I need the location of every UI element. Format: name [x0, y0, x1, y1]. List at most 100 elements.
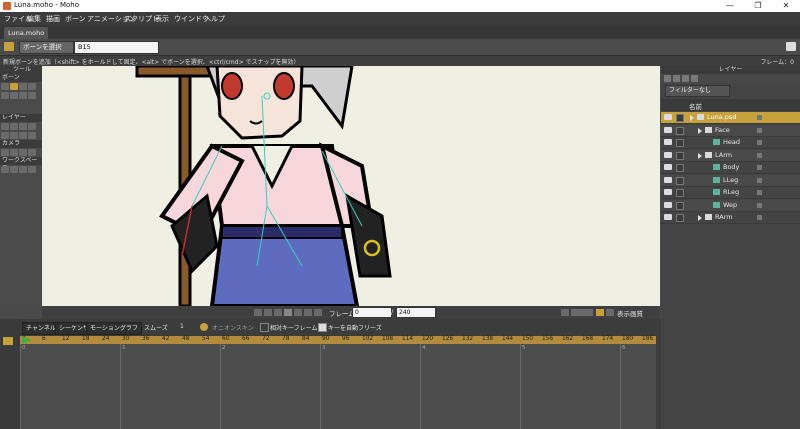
visibility-eye-icon[interactable] — [664, 139, 672, 145]
track-camera-icon[interactable] — [1, 149, 9, 156]
layer-row[interactable]: Wep — [661, 199, 800, 212]
loop-icon[interactable] — [314, 309, 322, 316]
timeline-ruler[interactable]: 0612182430364248546066727884909610210811… — [20, 336, 656, 344]
play-icon[interactable] — [284, 309, 292, 316]
orbit-workspace-icon[interactable] — [28, 166, 36, 173]
layer-checkbox[interactable] — [676, 164, 684, 172]
zoom-workspace-icon[interactable] — [10, 166, 18, 173]
manipulate-bones-icon[interactable] — [28, 92, 36, 99]
visibility-eye-icon[interactable] — [664, 151, 672, 158]
expand-chevron-icon[interactable] — [690, 115, 694, 121]
quality-label[interactable]: 表示画質 — [617, 308, 643, 318]
minimize-button[interactable]: — — [716, 0, 744, 12]
menu-edit[interactable]: 編集 — [27, 14, 41, 24]
bone-select-dropdown[interactable]: ボーンを選択 — [19, 41, 74, 54]
visibility-eye-icon[interactable] — [664, 189, 672, 195]
smooth-label[interactable]: スムーズ — [144, 323, 168, 332]
relative-keyframe-checkbox[interactable] — [260, 323, 269, 332]
document-tab[interactable]: Luna.moho — [4, 27, 48, 39]
layer-checkbox[interactable] — [676, 126, 684, 135]
translate-bone-icon[interactable] — [19, 83, 27, 90]
tab-motion-graph[interactable]: モーショングラフ — [86, 322, 142, 335]
layer-checkbox[interactable] — [676, 214, 684, 222]
layer-color-swatch[interactable] — [757, 177, 762, 183]
step-back-icon[interactable] — [264, 309, 272, 316]
select-bone-icon[interactable] — [1, 83, 9, 90]
pan-tilt-camera-icon[interactable] — [28, 149, 36, 156]
menu-bone[interactable]: ボーン — [65, 14, 86, 24]
maximize-button[interactable]: ❐ — [744, 0, 772, 12]
frame-total-input[interactable]: 240 — [396, 307, 436, 318]
layer-row[interactable]: LArm — [661, 149, 800, 162]
bone-binding-icon[interactable] — [19, 132, 27, 139]
layer-row[interactable]: Luna.psd — [661, 112, 800, 124]
layer-row[interactable]: RLeg — [661, 187, 800, 199]
layer-color-swatch[interactable] — [757, 202, 762, 208]
layer-color-swatch[interactable] — [757, 215, 762, 220]
layer-checkbox[interactable] — [676, 189, 684, 197]
reparent-bone-icon[interactable] — [10, 92, 18, 99]
layer-color-swatch[interactable] — [757, 190, 762, 195]
canvas-viewport[interactable] — [42, 66, 660, 306]
layer-checkbox[interactable] — [676, 201, 684, 210]
layer-color-swatch[interactable] — [757, 140, 762, 145]
duplicate-layer-icon[interactable] — [673, 75, 680, 82]
shear-layer-icon[interactable] — [1, 132, 9, 139]
menu-script[interactable]: スクリプト — [124, 14, 159, 24]
layer-filter-dropdown[interactable]: フィルターなし — [665, 85, 730, 97]
scale-layer-icon[interactable] — [19, 123, 27, 130]
scale-bone-icon[interactable] — [28, 83, 36, 90]
layer-row[interactable]: Head — [661, 137, 800, 149]
roll-camera-icon[interactable] — [19, 149, 27, 156]
new-layer-icon[interactable] — [664, 75, 671, 82]
key-icon[interactable] — [3, 337, 13, 345]
layer-color-swatch[interactable] — [757, 115, 762, 120]
onion-skin-label[interactable]: オニオンスキン — [212, 323, 254, 332]
add-bone-icon[interactable] — [10, 83, 18, 90]
grid-icon[interactable] — [606, 309, 614, 316]
rotate-workspace-icon[interactable] — [19, 166, 27, 173]
layer-row[interactable]: Body — [661, 162, 800, 174]
layer-row[interactable]: RArm — [661, 212, 800, 224]
layer-color-swatch[interactable] — [757, 165, 762, 170]
check-icon[interactable] — [596, 309, 604, 316]
frame-input[interactable]: 0 — [352, 307, 392, 318]
expand-chevron-icon[interactable] — [698, 215, 702, 221]
delete-layer-icon[interactable] — [682, 75, 689, 82]
expand-chevron-icon[interactable] — [698, 152, 702, 159]
visibility-eye-icon[interactable] — [664, 126, 672, 133]
visibility-eye-icon[interactable] — [664, 164, 672, 170]
flip-layer-icon[interactable] — [10, 132, 18, 139]
zoom-camera-icon[interactable] — [10, 149, 18, 156]
layer-checkbox[interactable] — [676, 139, 684, 147]
layer-misc-icon[interactable] — [28, 132, 36, 139]
view-single-icon[interactable] — [561, 309, 569, 316]
smooth-value[interactable]: 1 — [180, 323, 184, 330]
bone-strength-icon[interactable] — [19, 92, 27, 99]
fast-forward-icon[interactable] — [304, 309, 312, 316]
layer-row[interactable]: Face — [661, 124, 800, 137]
translate-layer-icon[interactable] — [10, 123, 18, 130]
onion-skin-icon[interactable] — [200, 323, 208, 331]
visibility-eye-icon[interactable] — [664, 201, 672, 208]
rotate-layer-icon[interactable] — [28, 123, 36, 130]
menu-view[interactable]: 表示 — [155, 14, 169, 24]
hand-pan-icon[interactable] — [1, 166, 9, 173]
rotate-bone-icon[interactable] — [1, 92, 9, 99]
layer-color-swatch[interactable] — [757, 152, 762, 158]
layer-settings-icon[interactable] — [691, 75, 698, 82]
library-icon[interactable] — [786, 42, 796, 51]
rewind-icon[interactable] — [254, 309, 262, 316]
visibility-eye-icon[interactable] — [664, 114, 672, 120]
bone-name-field[interactable]: B15 — [74, 41, 159, 54]
layer-checkbox[interactable] — [676, 114, 684, 122]
layer-checkbox[interactable] — [676, 176, 684, 185]
auto-freeze-checkbox[interactable] — [318, 323, 327, 332]
visibility-eye-icon[interactable] — [664, 176, 672, 183]
layer-row[interactable]: LLeg — [661, 174, 800, 187]
menu-draw[interactable]: 描画 — [46, 14, 60, 24]
step-forward-icon[interactable] — [294, 309, 302, 316]
menu-help[interactable]: ヘルプ — [204, 14, 225, 24]
play-back-icon[interactable] — [274, 309, 282, 316]
layer-color-swatch[interactable] — [757, 127, 762, 133]
